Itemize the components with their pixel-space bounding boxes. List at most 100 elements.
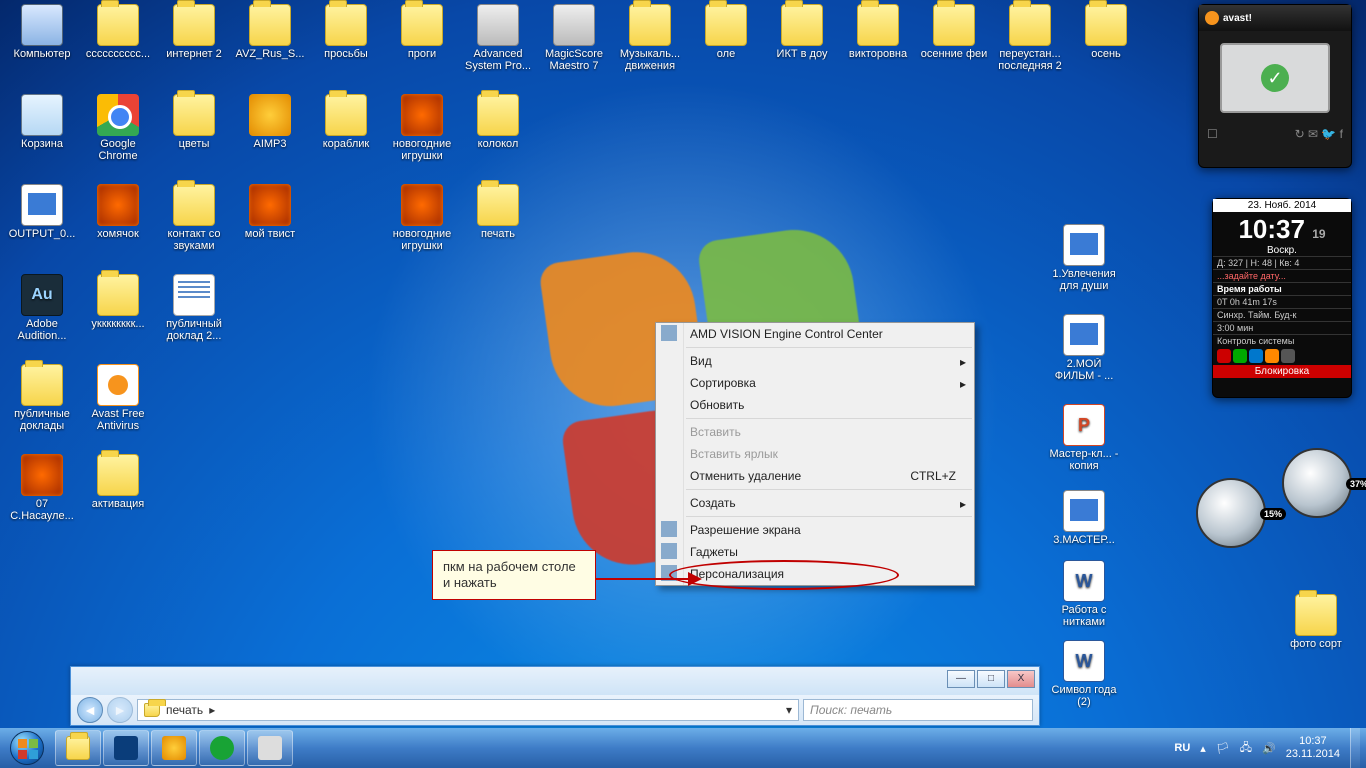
folder-icon [1009, 4, 1051, 46]
desktop-icon[interactable]: просьбы [310, 4, 382, 60]
desktop-icon[interactable]: укккккккк... [82, 274, 154, 330]
folder-icon [477, 94, 519, 136]
explorer-titlebar[interactable]: — □ X [71, 667, 1039, 695]
desktop-context-menu: AMD VISION Engine Control Center Вид▸Сорт… [655, 322, 975, 586]
desktop-icon[interactable]: Advanced System Pro... [462, 4, 534, 72]
folder-icon [705, 4, 747, 46]
context-menu-item[interactable]: Сортировка▸ [656, 372, 974, 394]
desktop-icon[interactable]: интернет 2 [158, 4, 230, 60]
tray-volume-icon[interactable]: 🔊 [1262, 742, 1276, 755]
context-menu-item[interactable]: AMD VISION Engine Control Center [656, 323, 974, 345]
desktop-icon[interactable]: Музыкаль... движения [614, 4, 686, 72]
context-menu-item[interactable]: Обновить [656, 394, 974, 416]
desktop-icon[interactable]: фото сорт [1280, 594, 1352, 650]
folder-icon [173, 4, 215, 46]
mp3-icon [249, 184, 291, 226]
desktop-icon[interactable]: Корзина [6, 94, 78, 150]
desktop-icon[interactable]: новогодние игрушки [386, 94, 458, 162]
folder-icon [629, 4, 671, 46]
close-button[interactable]: X [1007, 670, 1035, 688]
nav-back-button[interactable]: ◄ [77, 697, 103, 723]
avast-icon [97, 364, 139, 406]
show-desktop-button[interactable] [1350, 728, 1360, 768]
desktop-icon[interactable]: AIMP3 [234, 94, 306, 150]
desktop-icon[interactable]: новогодние игрушки [386, 184, 458, 252]
desktop-icon[interactable]: сссссссссс... [82, 4, 154, 60]
desktop-icon[interactable]: оле [690, 4, 762, 60]
tray-action-center-icon[interactable]: 🏳 [1216, 742, 1230, 755]
desktop-icon[interactable]: 1.Увлечения для души [1048, 224, 1120, 292]
ram-meter-gadget[interactable]: 37% [1282, 448, 1352, 518]
tray-network-icon[interactable]: 🖧 [1240, 739, 1252, 758]
desktop-icon[interactable]: хомячок [82, 184, 154, 240]
context-menu-item[interactable]: Отменить удалениеCTRL+Z [656, 465, 974, 487]
annotation-oval [669, 560, 899, 590]
desktop-icon[interactable]: 07 С.Насауле... [6, 454, 78, 522]
au-icon [21, 274, 63, 316]
desktop-icon[interactable]: Avast Free Antivirus [82, 364, 154, 432]
desktop-icon[interactable]: 2.МОЙ ФИЛЬМ - ... [1048, 314, 1120, 382]
desktop-icon[interactable]: Работа с нитками [1048, 560, 1120, 628]
app-icon [477, 4, 519, 46]
explorer-window[interactable]: — □ X ◄ ► печать▸ ▾ Поиск: печать [70, 666, 1040, 726]
start-button[interactable] [0, 728, 54, 768]
desktop-icon[interactable]: MagicScore Maestro 7 [538, 4, 610, 72]
desktop-icon[interactable]: Adobe Audition... [6, 274, 78, 342]
desktop-icon[interactable]: публичный доклад 2... [158, 274, 230, 342]
folder-icon [1085, 4, 1127, 46]
pc-icon [21, 4, 63, 46]
language-indicator[interactable]: RU [1174, 742, 1190, 754]
system-tray[interactable]: RU ▴ 🏳 🖧 🔊 10:37 23.11.2014 [1174, 728, 1366, 768]
desktop-icon[interactable]: публичные доклады [6, 364, 78, 432]
desktop-icon[interactable]: AVZ_Rus_S... [234, 4, 306, 60]
tray-chevron-icon[interactable]: ▴ [1200, 742, 1206, 755]
desktop-icon[interactable]: колокол [462, 94, 534, 150]
aimp-icon [249, 94, 291, 136]
desktop-icon[interactable]: Символ года (2) [1048, 640, 1120, 708]
folder-icon [249, 4, 291, 46]
taskbar-amd[interactable] [247, 730, 293, 766]
desktop-icon[interactable]: активация [82, 454, 154, 510]
desktop[interactable]: Компьютерсссссссссс...интернет 2AVZ_Rus_… [0, 0, 1366, 728]
context-menu-item: Вставить ярлык [656, 443, 974, 465]
desktop-icon[interactable]: проги [386, 4, 458, 60]
desktop-icon[interactable]: переустан... последняя 2 [994, 4, 1066, 72]
desktop-icon[interactable]: контакт со звуками [158, 184, 230, 252]
desktop-icon[interactable]: 3.МАСТЕР... [1048, 490, 1120, 546]
desktop-icon[interactable]: Компьютер [6, 4, 78, 60]
gadget-time: 10:37 [1238, 214, 1305, 244]
desktop-icon[interactable]: цветы [158, 94, 230, 150]
avast-gadget[interactable]: avast! ✓ ☐↻ ✉ 🐦 f [1198, 4, 1352, 168]
cpu-meter-gadget[interactable]: 15% [1196, 478, 1266, 548]
desktop-icon[interactable]: ИКТ в доу [766, 4, 838, 60]
search-box[interactable]: Поиск: печать [803, 699, 1033, 721]
taskbar-maxthon[interactable] [103, 730, 149, 766]
taskbar-clock[interactable]: 10:37 23.11.2014 [1286, 735, 1340, 761]
clock-gadget[interactable]: 23. Нояб. 2014 10:37 19 Воскр. Д: 327 | … [1212, 198, 1352, 398]
gadget-lock[interactable]: Блокировка [1213, 365, 1351, 378]
context-menu-item[interactable]: Создать▸ [656, 492, 974, 514]
desktop-icon[interactable]: викторовна [842, 4, 914, 60]
taskbar-explorer[interactable] [55, 730, 101, 766]
desktop-icon[interactable]: осень [1070, 4, 1142, 60]
desktop-icon[interactable]: осенние феи [918, 4, 990, 60]
desktop-icon[interactable]: печать [462, 184, 534, 240]
desktop-icon[interactable]: мой твист [234, 184, 306, 240]
desktop-icon[interactable]: OUTPUT_0... [6, 184, 78, 240]
desktop-icon[interactable]: Google Chrome [82, 94, 154, 162]
folder-icon [933, 4, 975, 46]
taskbar[interactable]: RU ▴ 🏳 🖧 🔊 10:37 23.11.2014 [0, 728, 1366, 768]
gadget-date: 23. Нояб. 2014 [1213, 199, 1351, 212]
folder-icon [97, 454, 139, 496]
maximize-button[interactable]: □ [977, 670, 1005, 688]
address-bar[interactable]: печать▸ ▾ [137, 699, 799, 721]
desktop-icon[interactable]: Мастер-кл... - копия [1048, 404, 1120, 472]
minimize-button[interactable]: — [947, 670, 975, 688]
context-menu-item[interactable]: Разрешение экрана [656, 519, 974, 541]
context-menu-item[interactable]: Вид▸ [656, 350, 974, 372]
taskbar-aimp[interactable] [151, 730, 197, 766]
desktop-icon[interactable]: кораблик [310, 94, 382, 150]
folder-icon [97, 274, 139, 316]
mp3-icon [401, 184, 443, 226]
taskbar-mailru[interactable] [199, 730, 245, 766]
